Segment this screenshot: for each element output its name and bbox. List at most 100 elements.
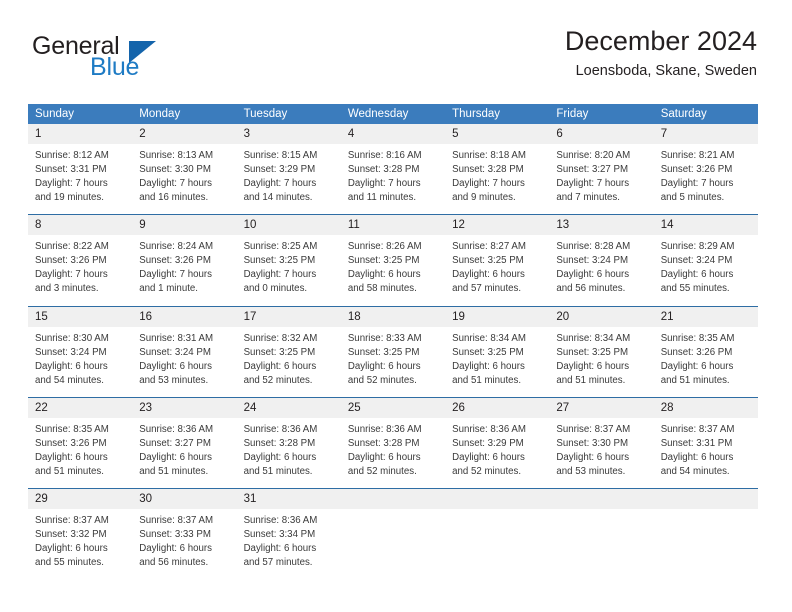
calendar-day-cell[interactable]: 8 Sunrise: 8:22 AM Sunset: 3:26 PM Daylight… [28,214,133,306]
calendar-day-cell[interactable]: 13 Sunrise: 8:28 AM Sunset: 3:24 PM Dayligh… [549,214,654,306]
calendar-day-cell[interactable]: 1 Sunrise: 8:12 AM Sunset: 3:31 PM Daylight… [28,124,133,215]
general-blue-logo: General Blue [28,26,258,90]
calendar-day-cell[interactable]: 23 Sunrise: 8:36 AM Sunset: 3:27 PM Dayligh… [132,396,237,489]
daylight-text-line1: Daylight: 6 hours [35,543,108,555]
day-details: Sunrise: 8:30 AM Sunset: 3:24 PM Daylight:… [28,327,132,397]
sunrise-text: Sunrise: 8:16 AM [347,150,422,161]
calendar-day-cell[interactable]: 19 Sunrise: 8:34 AM Sunset: 3:25 PM Dayligh… [445,305,550,398]
calendar-empty-cell [445,488,550,580]
sunrise-text: Sunrise: 8:26 AM [347,241,422,253]
daylight-text-line2: and 56 minutes. [556,283,626,295]
day-cell-inner: 15 Sunrise: 8:30 AM Sunset: 3:24 PM Dayligh… [28,306,133,397]
calendar-day-cell[interactable]: 14 Sunrise: 8:29 AM Sunset: 3:24 PM Dayligh… [653,214,758,306]
sunset-text: Sunset: 3:24 PM [139,346,211,358]
day-number: 21 [653,306,758,327]
daylight-text-line2: and 1 minute. [139,283,198,295]
day-cell-inner: 19 Sunrise: 8:34 AM Sunset: 3:25 PM Dayligh… [445,306,550,397]
calendar-day-cell[interactable]: 25 Sunrise: 8:36 AM Sunset: 3:28 PM Dayligh… [340,396,446,489]
day-number: 20 [549,306,654,327]
day-cell-inner: 18 Sunrise: 8:33 AM Sunset: 3:25 PM Dayligh… [340,306,446,397]
calendar-day-cell[interactable]: 18 Sunrise: 8:33 AM Sunset: 3:25 PM Dayligh… [340,305,446,398]
sunset-text: Sunset: 3:33 PM [139,529,211,541]
sunset-text: Sunset: 3:32 PM [35,529,107,541]
daylight-text-line1: Daylight: 7 hours [35,269,108,281]
daylight-text-line2: and 52 minutes. [452,465,522,477]
daylight-text-line1: Daylight: 6 hours [556,451,630,463]
calendar-day-cell[interactable]: 9 Sunrise: 8:24 AM Sunset: 3:26 PM Daylight… [132,214,237,306]
day-details: Sunrise: 8:37 AM Sunset: 3:32 PM Daylight:… [28,509,132,579]
daylight-text-line1: Daylight: 7 hours [243,178,317,190]
day-cell-inner: 10 Sunrise: 8:25 AM Sunset: 3:25 PM Dayligh… [236,215,341,305]
day-details: Sunrise: 8:21 AM Sunset: 3:26 PM Daylight:… [654,144,758,214]
day-details: Sunrise: 8:25 AM Sunset: 3:25 PM Daylight:… [237,235,341,305]
calendar-day-cell[interactable]: 11 Sunrise: 8:26 AM Sunset: 3:25 PM Dayligh… [340,214,446,306]
day-details: Sunrise: 8:37 AM Sunset: 3:30 PM Daylight:… [549,418,653,488]
day-number: 2 [132,124,237,144]
calendar-day-cell[interactable]: 17 Sunrise: 8:32 AM Sunset: 3:25 PM Dayligh… [236,305,341,398]
sunset-text: Sunset: 3:34 PM [243,529,316,541]
calendar-day-cell[interactable]: 15 Sunrise: 8:30 AM Sunset: 3:24 PM Dayligh… [28,305,133,398]
day-details [341,509,445,523]
calendar-day-cell[interactable]: 22 Sunrise: 8:35 AM Sunset: 3:26 PM Dayligh… [28,396,133,489]
calendar-day-cell[interactable]: 10 Sunrise: 8:25 AM Sunset: 3:25 PM Dayligh… [236,214,341,306]
sunrise-text: Sunrise: 8:27 AM [452,241,526,253]
daylight-text-line1: Daylight: 6 hours [243,451,317,463]
daylight-text-line2: and 3 minutes. [35,283,99,295]
day-number: 26 [445,397,550,418]
daylight-text-line1: Daylight: 6 hours [347,269,421,281]
day-cell-inner: 28 Sunrise: 8:37 AM Sunset: 3:31 PM Dayligh… [653,397,758,488]
day-number: 5 [445,124,550,144]
calendar-day-cell[interactable]: 7 Sunrise: 8:21 AM Sunset: 3:26 PM Daylight… [653,124,758,215]
calendar-day-cell[interactable]: 21 Sunrise: 8:35 AM Sunset: 3:26 PM Dayligh… [653,305,758,398]
calendar-day-cell[interactable]: 6 Sunrise: 8:20 AM Sunset: 3:27 PM Daylight… [549,124,654,215]
daylight-text-line2: and 14 minutes. [243,192,313,204]
calendar-day-cell[interactable]: 5 Sunrise: 8:18 AM Sunset: 3:28 PM Daylight… [445,124,550,215]
daylight-text-line2: and 53 minutes. [556,465,626,477]
page-subtitle: Loensboda, Skane, Sweden [575,63,757,80]
day-cell-inner: 31 Sunrise: 8:36 AM Sunset: 3:34 PM Dayligh… [236,489,341,579]
calendar-day-cell[interactable]: 4 Sunrise: 8:16 AM Sunset: 3:28 PM Daylight… [340,124,446,215]
calendar-day-cell[interactable]: 29 Sunrise: 8:37 AM Sunset: 3:32 PM Dayligh… [28,488,133,580]
day-details: Sunrise: 8:12 AM Sunset: 3:31 PM Daylight:… [28,144,132,214]
day-details: Sunrise: 8:36 AM Sunset: 3:28 PM Daylight:… [341,418,445,488]
calendar-day-cell[interactable]: 24 Sunrise: 8:36 AM Sunset: 3:28 PM Dayligh… [236,396,341,489]
daylight-text-line2: and 51 minutes. [556,374,626,386]
sunrise-text: Sunrise: 8:33 AM [347,332,422,344]
calendar-day-cell[interactable]: 3 Sunrise: 8:15 AM Sunset: 3:29 PM Daylight… [236,124,341,215]
calendar-day-cell[interactable]: 28 Sunrise: 8:37 AM Sunset: 3:31 PM Dayligh… [653,396,758,489]
calendar-day-cell[interactable]: 26 Sunrise: 8:36 AM Sunset: 3:29 PM Dayligh… [445,396,550,489]
day-details: Sunrise: 8:33 AM Sunset: 3:25 PM Daylight:… [341,327,445,397]
sunset-text: Sunset: 3:25 PM [452,255,524,267]
sunrise-text: Sunrise: 8:30 AM [35,332,109,344]
daylight-text-line1: Daylight: 6 hours [556,269,630,281]
day-number: 15 [28,306,133,327]
calendar-day-cell[interactable]: 30 Sunrise: 8:37 AM Sunset: 3:33 PM Dayligh… [132,488,237,580]
day-cell-inner: 4 Sunrise: 8:16 AM Sunset: 3:28 PM Daylight… [340,124,446,214]
day-cell-inner: 9 Sunrise: 8:24 AM Sunset: 3:26 PM Daylight… [132,215,237,305]
daylight-text-line2: and 52 minutes. [347,374,417,386]
day-details: Sunrise: 8:24 AM Sunset: 3:26 PM Daylight:… [132,235,236,305]
day-number: 3 [236,124,341,144]
day-number: 12 [445,215,550,236]
day-details: Sunrise: 8:22 AM Sunset: 3:26 PM Daylight:… [28,235,132,305]
daylight-text-line2: and 16 minutes. [139,192,209,204]
sunrise-text: Sunrise: 8:34 AM [556,332,631,344]
calendar-day-cell[interactable]: 2 Sunrise: 8:13 AM Sunset: 3:30 PM Daylight… [132,124,237,215]
calendar-day-cell[interactable]: 31 Sunrise: 8:36 AM Sunset: 3:34 PM Dayligh… [236,488,341,580]
calendar-week-row: 22 Sunrise: 8:35 AM Sunset: 3:26 PM Dayligh… [28,396,758,489]
daylight-text-line2: and 51 minutes. [139,465,209,477]
day-details: Sunrise: 8:34 AM Sunset: 3:25 PM Daylight:… [549,327,653,397]
calendar-day-cell[interactable]: 20 Sunrise: 8:34 AM Sunset: 3:25 PM Dayligh… [549,305,654,398]
daylight-text-line2: and 52 minutes. [243,374,313,386]
day-details: Sunrise: 8:20 AM Sunset: 3:27 PM Daylight:… [549,144,653,214]
calendar-day-cell[interactable]: 12 Sunrise: 8:27 AM Sunset: 3:25 PM Dayligh… [445,214,550,306]
day-cell-inner: 20 Sunrise: 8:34 AM Sunset: 3:25 PM Dayligh… [549,306,654,397]
day-cell-inner: 30 Sunrise: 8:37 AM Sunset: 3:33 PM Dayligh… [132,489,237,579]
calendar-day-cell[interactable]: 27 Sunrise: 8:37 AM Sunset: 3:30 PM Dayligh… [549,396,654,489]
sunset-text: Sunset: 3:28 PM [243,437,316,449]
calendar-day-cell[interactable]: 16 Sunrise: 8:31 AM Sunset: 3:24 PM Dayligh… [132,305,237,398]
daylight-text-line1: Daylight: 6 hours [347,360,421,372]
day-number: 10 [236,215,341,236]
sunset-text: Sunset: 3:25 PM [452,346,524,358]
day-number: 19 [445,306,550,327]
